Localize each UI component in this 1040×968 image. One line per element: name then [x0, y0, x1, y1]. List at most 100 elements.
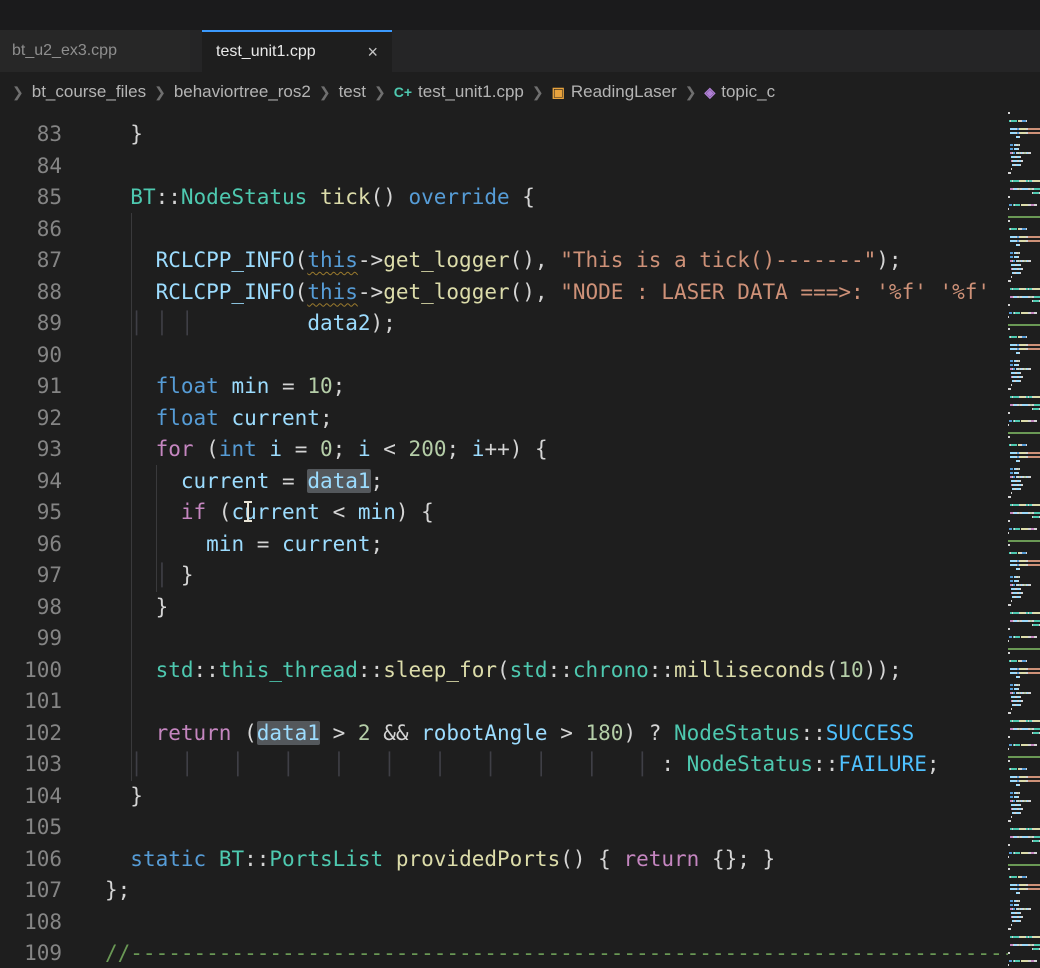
- close-icon[interactable]: ×: [367, 43, 378, 61]
- line-number[interactable]: 107: [0, 875, 62, 907]
- minimap-row: [1008, 956, 1040, 958]
- minimap-row: [1008, 240, 1040, 242]
- minimap-row: [1008, 644, 1040, 646]
- minimap-row: [1008, 432, 1040, 434]
- line-number[interactable]: 89: [0, 308, 62, 340]
- breadcrumb-item[interactable]: test: [339, 82, 366, 102]
- breadcrumb-item[interactable]: ▣ReadingLaser: [552, 82, 677, 102]
- minimap-row: [1008, 404, 1040, 406]
- line-number[interactable]: 91: [0, 371, 62, 403]
- minimap-row: [1008, 380, 1040, 382]
- minimap-row: [1008, 580, 1040, 582]
- minimap-row: [1008, 276, 1040, 278]
- code-lines[interactable]: 83 }8485 BT::NodeStatus tick() override …: [0, 112, 1008, 968]
- breadcrumb-item[interactable]: bt_course_files: [32, 82, 146, 102]
- minimap-row: [1008, 688, 1040, 690]
- line-code: BT::NodeStatus tick() override {: [105, 182, 535, 214]
- code-line[interactable]: 97 │ }: [0, 560, 1008, 592]
- code-line[interactable]: 99: [0, 623, 1008, 655]
- code-line[interactable]: 89 │ │ │ data2);: [0, 308, 1008, 340]
- minimap-row: [1008, 256, 1040, 258]
- line-number[interactable]: 94: [0, 466, 62, 498]
- minimap-row: [1008, 620, 1040, 622]
- line-number[interactable]: 105: [0, 812, 62, 844]
- code-line[interactable]: 95 if (current < min) {: [0, 497, 1008, 529]
- minimap-row: [1008, 228, 1040, 230]
- minimap-row: [1008, 652, 1040, 654]
- line-number[interactable]: 96: [0, 529, 62, 561]
- minimap-row: [1008, 224, 1040, 226]
- line-number[interactable]: 101: [0, 686, 62, 718]
- line-number[interactable]: 93: [0, 434, 62, 466]
- code-line[interactable]: 92 float current;: [0, 403, 1008, 435]
- line-number[interactable]: 83: [0, 119, 62, 151]
- line-number[interactable]: 88: [0, 277, 62, 309]
- line-number[interactable]: 87: [0, 245, 62, 277]
- tab-bar: bt_u2_ex3.cpp test_unit1.cpp ×: [0, 30, 1040, 72]
- code-line[interactable]: 90: [0, 340, 1008, 372]
- minimap-row: [1008, 448, 1040, 450]
- minimap-row: [1008, 568, 1040, 570]
- line-number[interactable]: 99: [0, 623, 62, 655]
- line-code: }: [105, 592, 168, 624]
- code-line[interactable]: 87 RCLCPP_INFO(this->get_logger(), "This…: [0, 245, 1008, 277]
- code-line[interactable]: 106 static BT::PortsList providedPorts()…: [0, 844, 1008, 876]
- minimap-row: [1008, 668, 1040, 670]
- line-number[interactable]: 95: [0, 497, 62, 529]
- line-code: RCLCPP_INFO(this->get_logger(), "NODE : …: [105, 277, 990, 309]
- minimap-row: [1008, 480, 1040, 482]
- minimap-row: [1008, 948, 1040, 950]
- line-number[interactable]: 104: [0, 781, 62, 813]
- code-line[interactable]: 109//-----------------------------------…: [0, 938, 1008, 968]
- code-line[interactable]: 98 }: [0, 592, 1008, 624]
- breadcrumb-item[interactable]: ◈topic_c: [704, 82, 775, 102]
- line-number[interactable]: 106: [0, 844, 62, 876]
- code-line[interactable]: 108: [0, 907, 1008, 939]
- code-line[interactable]: 100 std::this_thread::sleep_for(std::chr…: [0, 655, 1008, 687]
- code-line[interactable]: 88 RCLCPP_INFO(this->get_logger(), "NODE…: [0, 277, 1008, 309]
- code-line[interactable]: 107};: [0, 875, 1008, 907]
- line-number[interactable]: 109: [0, 938, 62, 968]
- minimap-row: [1008, 132, 1040, 134]
- line-number[interactable]: 97: [0, 560, 62, 592]
- code-line[interactable]: 96 min = current;: [0, 529, 1008, 561]
- code-line[interactable]: 86: [0, 214, 1008, 246]
- line-code: std::this_thread::sleep_for(std::chrono:…: [105, 655, 902, 687]
- minimap-row: [1008, 696, 1040, 698]
- line-code: │ │ │ data2);: [105, 308, 396, 340]
- line-number[interactable]: 86: [0, 214, 62, 246]
- minimap-row: [1008, 712, 1040, 714]
- minimap-row: [1008, 356, 1040, 358]
- line-number[interactable]: 84: [0, 151, 62, 183]
- minimap-row: [1008, 144, 1040, 146]
- minimap[interactable]: [1008, 112, 1040, 968]
- indent-guide: [131, 213, 132, 781]
- line-number[interactable]: 92: [0, 403, 62, 435]
- code-line[interactable]: 101: [0, 686, 1008, 718]
- code-line[interactable]: 104 }: [0, 781, 1008, 813]
- code-line[interactable]: 102 return (data1 > 2 && robotAngle > 18…: [0, 718, 1008, 750]
- code-line[interactable]: 83 }: [0, 119, 1008, 151]
- line-number[interactable]: 85: [0, 182, 62, 214]
- code-line[interactable]: 91 float min = 10;: [0, 371, 1008, 403]
- breadcrumb-item[interactable]: behaviortree_ros2: [174, 82, 311, 102]
- line-number[interactable]: 103: [0, 749, 62, 781]
- tab-bt_u2_ex3[interactable]: bt_u2_ex3.cpp: [0, 30, 190, 72]
- minimap-row: [1008, 744, 1040, 746]
- breadcrumb-item[interactable]: C+test_unit1.cpp: [394, 82, 524, 102]
- code-line[interactable]: 85 BT::NodeStatus tick() override {: [0, 182, 1008, 214]
- line-number[interactable]: 90: [0, 340, 62, 372]
- line-number[interactable]: 102: [0, 718, 62, 750]
- line-number[interactable]: 108: [0, 907, 62, 939]
- line-number[interactable]: 100: [0, 655, 62, 687]
- code-line[interactable]: 103 │ │ │ │ │ │ │ │ │ │ │ : NodeStatus::…: [0, 749, 1008, 781]
- tab-test_unit1[interactable]: test_unit1.cpp ×: [202, 30, 392, 72]
- code-line[interactable]: 84: [0, 151, 1008, 183]
- code-line[interactable]: 94 current = data1;: [0, 466, 1008, 498]
- minimap-row: [1008, 628, 1040, 630]
- line-number[interactable]: 98: [0, 592, 62, 624]
- code-line[interactable]: 93 for (int i = 0; i < 200; i++) {: [0, 434, 1008, 466]
- minimap-row: [1008, 748, 1040, 750]
- code-line[interactable]: 105: [0, 812, 1008, 844]
- minimap-row: [1008, 500, 1040, 502]
